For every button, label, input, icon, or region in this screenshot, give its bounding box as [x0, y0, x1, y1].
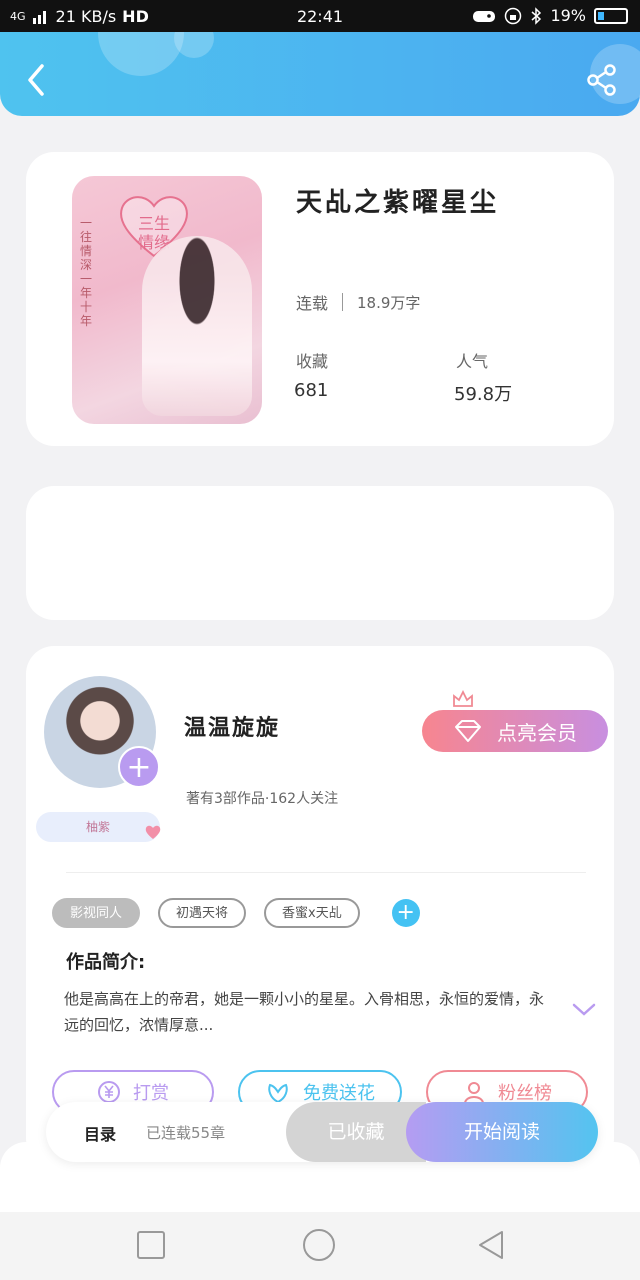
- empty-banner-card: [26, 486, 614, 620]
- heart-icon: [145, 825, 161, 839]
- favorited-button[interactable]: 已收藏: [286, 1102, 426, 1162]
- book-status: 连载: [296, 294, 329, 313]
- popularity-label: 人气: [456, 352, 489, 371]
- book-cover[interactable]: 三生 情缘 一往情深 一年十年: [72, 176, 262, 424]
- chevron-down-icon[interactable]: [572, 1002, 596, 1018]
- tag-item[interactable]: 影视同人: [52, 898, 141, 928]
- author-badge: 柚紫: [36, 812, 160, 842]
- divider: [342, 293, 344, 311]
- chapter-count[interactable]: 已连载55章: [146, 1122, 225, 1143]
- divider: [66, 872, 586, 873]
- status-bar: 4G 21 KB/s HD 22:41 19%: [0, 0, 640, 32]
- home-icon[interactable]: [302, 1228, 336, 1262]
- share-icon[interactable]: [586, 64, 618, 96]
- vip-button-label: 点亮会员: [497, 720, 577, 745]
- yen-icon: [98, 1081, 120, 1103]
- back-nav-icon[interactable]: [474, 1228, 508, 1262]
- intro-text: 他是高高在上的帝君，她是一颗小小的星星。入骨相思，永恒的爱情，永远的回忆，浓情厚…: [64, 990, 545, 1034]
- flower-icon: [268, 1083, 288, 1104]
- diamond-icon: [455, 720, 481, 742]
- person-icon: [464, 1082, 484, 1104]
- book-title: 天乩之紫曜星尘: [296, 188, 500, 218]
- book-info-card: 三生 情缘 一往情深 一年十年 天乩之紫曜星尘 连载 18.9万字 收藏 681…: [26, 152, 614, 446]
- word-count: 18.9万字: [357, 293, 421, 312]
- crown-icon: [453, 690, 473, 707]
- vip-button[interactable]: 点亮会员: [422, 710, 608, 752]
- status-right: 19%: [472, 6, 628, 25]
- tag-item[interactable]: 香蜜x天乩: [264, 898, 360, 928]
- system-nav-bar: [0, 1212, 640, 1280]
- lock-rotation-icon: [505, 7, 522, 24]
- add-tag-button[interactable]: +: [391, 899, 420, 927]
- tag-item[interactable]: 初遇天将: [158, 898, 247, 928]
- intro-title: 作品简介:: [66, 952, 146, 973]
- author-name[interactable]: 温温旋旋: [184, 710, 280, 742]
- toc-button[interactable]: 目录: [84, 1121, 116, 1145]
- cover-vertical-text: 一往情深 一年十年: [80, 216, 93, 328]
- start-reading-button[interactable]: 开始阅读: [406, 1102, 598, 1162]
- author-card: + 柚紫 温温旋旋 著有3部作品·162人关注 点亮会员 影视同人 初遇天将 香…: [26, 646, 614, 1166]
- bottom-action-bar: 目录 已连载55章 已收藏 开始阅读: [46, 1102, 598, 1162]
- recent-apps-icon[interactable]: [134, 1228, 168, 1262]
- follow-plus-button[interactable]: +: [118, 746, 160, 788]
- header: 4G 21 KB/s HD 22:41 19%: [0, 0, 640, 116]
- favorites-value: 681: [294, 380, 329, 401]
- cover-figure: [142, 236, 252, 416]
- favorites-label: 收藏: [296, 352, 329, 371]
- battery-icon: [594, 7, 628, 24]
- gamepad-icon: [473, 10, 496, 22]
- battery-label: 19%: [550, 6, 586, 25]
- book-status-line: 连载 18.9万字: [296, 290, 420, 314]
- tag-list: 影视同人 初遇天将 香蜜x天乩 +: [52, 898, 420, 928]
- author-meta: 著有3部作品·162人关注: [186, 791, 339, 807]
- bluetooth-icon: [531, 6, 542, 25]
- popularity-value: 59.8万: [454, 384, 513, 405]
- back-arrow-icon[interactable]: [22, 62, 52, 98]
